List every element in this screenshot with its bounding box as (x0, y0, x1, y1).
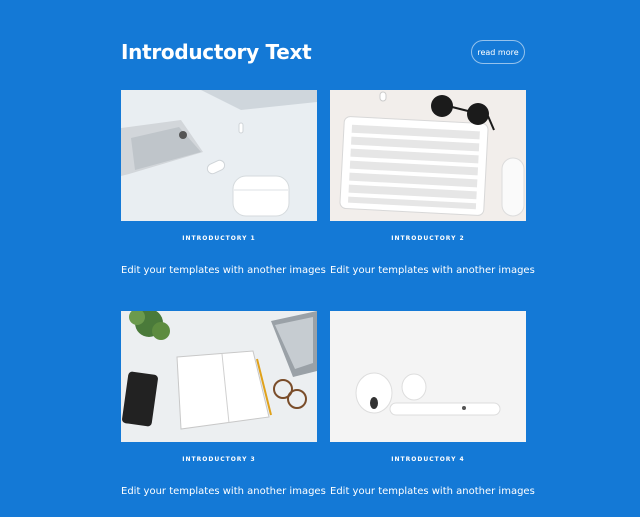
card-caption[interactable]: Edit your templates with another images (121, 485, 326, 499)
page-title: Introductory Text (121, 40, 312, 64)
card-label: INTRODUCTORY 2 (391, 235, 465, 242)
card-label: INTRODUCTORY 1 (182, 235, 256, 242)
card-label: INTRODUCTORY 3 (182, 456, 256, 463)
card-caption[interactable]: Edit your templates with another images (330, 485, 535, 499)
airpods-case-photo[interactable] (330, 311, 526, 442)
read-more-button[interactable]: read more (471, 40, 525, 64)
card-caption[interactable]: Edit your templates with another images (330, 264, 535, 278)
desk-phone-airpods-photo[interactable] (121, 90, 317, 221)
card: INTRODUCTORY 4 Edit your templates with … (330, 311, 535, 499)
card: INTRODUCTORY 1 Edit your templates with … (121, 90, 326, 278)
notebook-phone-laptop-photo[interactable] (121, 311, 317, 442)
keyboard-sunglasses-photo[interactable] (330, 90, 526, 221)
card: INTRODUCTORY 3 Edit your templates with … (121, 311, 326, 499)
card-label: INTRODUCTORY 4 (391, 456, 465, 463)
card: INTRODUCTORY 2 Edit your templates with … (330, 90, 535, 278)
card-caption[interactable]: Edit your templates with another images (121, 264, 326, 278)
